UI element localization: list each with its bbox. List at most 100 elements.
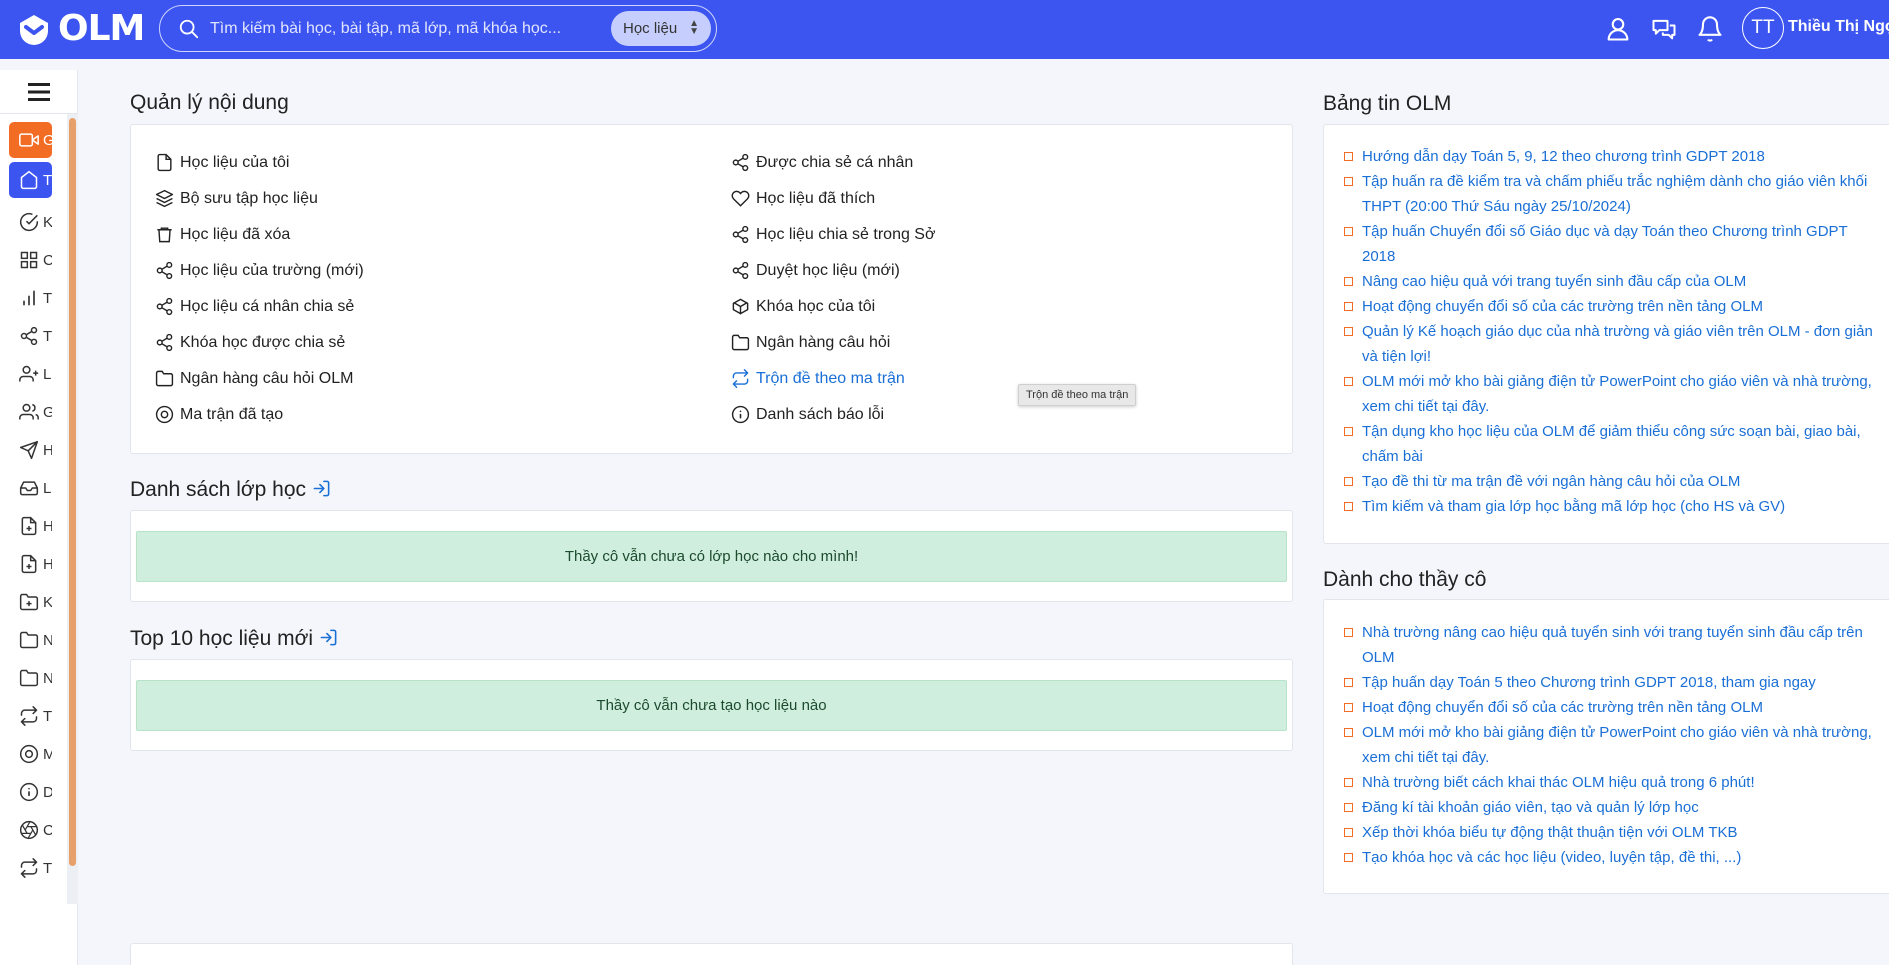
file-plus-icon (19, 516, 39, 536)
menu-personal-shared[interactable]: Học liệu cá nhân chia sẻ (155, 297, 354, 316)
sidebar-item-18[interactable]: C (9, 812, 52, 848)
teachers-item[interactable]: Nhà trường nâng cao hiệu quả tuyển sinh … (1344, 620, 1874, 670)
teachers-item[interactable]: Hoạt động chuyển đổi số của các trường t… (1344, 695, 1874, 720)
menu-shared-with-me[interactable]: Được chia sẻ cá nhân (731, 153, 913, 172)
teachers-item[interactable]: Tập huấn dạy Toán 5 theo Chương trình GD… (1344, 670, 1874, 695)
open-link-icon[interactable] (319, 628, 338, 647)
news-item[interactable]: Tạo đề thi từ ma trận đề với ngân hàng c… (1344, 469, 1874, 494)
open-link-icon[interactable] (312, 479, 331, 498)
news-item[interactable]: Tận dụng kho học liệu của OLM để giảm th… (1344, 419, 1874, 469)
sidebar-item-13[interactable]: N (9, 622, 52, 658)
menu-my-materials[interactable]: Học liệu của tôi (155, 153, 289, 172)
news-item[interactable]: Tập huấn ra đề kiểm tra và chấm phiếu tr… (1344, 169, 1874, 219)
sidebar-item-7[interactable]: G (9, 394, 52, 430)
search-scope-select[interactable]: Học liệu ▲ ▼ (611, 11, 711, 46)
inbox-icon (19, 478, 39, 498)
check-circle-icon (19, 212, 39, 232)
menu-my-courses[interactable]: Khóa học của tôi (731, 297, 875, 316)
layers-icon (155, 189, 174, 208)
menu-deleted-materials[interactable]: Học liệu đã xóa (155, 225, 290, 244)
sidebar-item-16[interactable]: M (9, 736, 52, 772)
menu-question-bank[interactable]: Ngân hàng câu hỏi (731, 333, 890, 352)
menu-review-materials[interactable]: Duyệt học liệu (mới) (731, 261, 900, 280)
news-item[interactable]: OLM mới mở kho bài giảng điện tử PowerPo… (1344, 369, 1874, 419)
sidebar-item-5[interactable]: T (9, 318, 52, 354)
sidebar-item-12[interactable]: K (9, 584, 52, 620)
news-item[interactable]: Tìm kiếm và tham gia lớp học bằng mã lớp… (1344, 494, 1874, 519)
sidebar-item-17[interactable]: D (9, 774, 52, 810)
share-icon (155, 297, 174, 316)
sidebar: G T K C T T L G H L H H K N N T M D C T (0, 70, 78, 965)
sidebar-scrollbar-thumb[interactable] (69, 118, 76, 866)
sidebar-item-3[interactable]: C (9, 242, 52, 278)
classes-empty-note: Thầy cô vẫn chưa có lớp học nào cho mình… (136, 531, 1287, 582)
news-item[interactable]: Quản lý Kế hoạch giáo dục của nhà trường… (1344, 319, 1874, 369)
sidebar-item-2[interactable]: K (9, 204, 52, 240)
teachers-title: Dành cho thầy cô (1323, 568, 1487, 591)
share-icon (731, 261, 750, 280)
shuffle-icon (19, 858, 39, 878)
classes-title[interactable]: Danh sách lớp học (130, 478, 331, 502)
folder-icon (731, 333, 750, 352)
box-icon (731, 297, 750, 316)
file-plus-icon (19, 554, 39, 574)
sidebar-item-9[interactable]: L (9, 470, 52, 506)
sidebar-item-6[interactable]: L (9, 356, 52, 392)
bar-chart-icon (19, 288, 39, 308)
folder-icon (155, 369, 174, 388)
menu-created-matrix[interactable]: Ma trận đã tạo (155, 405, 283, 424)
news-item[interactable]: Hướng dẫn dạy Toán 5, 9, 12 theo chương … (1344, 144, 1874, 169)
teachers-item[interactable]: Xếp thời khóa biểu tự động thật thuận ti… (1344, 820, 1874, 845)
menu-department-shared[interactable]: Học liệu chia sẻ trong Sở (731, 225, 935, 244)
news-list: Hướng dẫn dạy Toán 5, 9, 12 theo chương … (1344, 144, 1874, 519)
sidebar-item-15[interactable]: T (9, 698, 52, 734)
sidebar-item-4[interactable]: T (9, 280, 52, 316)
target-icon (155, 405, 174, 424)
top10-empty-note: Thầy cô vẫn chưa tạo học liệu nào (136, 680, 1287, 731)
bottom-card (130, 943, 1293, 965)
user-icon[interactable] (1604, 15, 1632, 43)
menu-error-reports[interactable]: Danh sách báo lỗi (731, 405, 884, 424)
olm-logo[interactable]: OLM (14, 8, 145, 49)
menu-school-materials[interactable]: Học liệu của trường (mới) (155, 261, 364, 280)
users-icon (19, 402, 39, 422)
tooltip: Trộn đề theo ma trận (1018, 384, 1137, 406)
sidebar-item-10[interactable]: H (9, 508, 52, 544)
teachers-item[interactable]: Đăng kí tài khoản giáo viên, tạo và quản… (1344, 795, 1874, 820)
heart-icon (731, 189, 750, 208)
search-scope-value: Học liệu (623, 20, 678, 37)
avatar[interactable]: TT (1742, 7, 1784, 49)
chat-icon[interactable] (1650, 15, 1678, 43)
video-icon (19, 130, 39, 150)
search-icon[interactable] (178, 18, 200, 40)
sidebar-item-11[interactable]: H (9, 546, 52, 582)
news-item[interactable]: Hoạt động chuyển đổi số của các trường t… (1344, 294, 1874, 319)
sidebar-item-0[interactable]: G (9, 122, 52, 158)
sidebar-item-14[interactable]: N (9, 660, 52, 696)
home-icon (19, 170, 39, 190)
top10-title[interactable]: Top 10 học liệu mới (130, 627, 338, 651)
username[interactable]: Thiều Thị Ngọc (1788, 18, 1889, 36)
logo-text: OLM (58, 8, 145, 49)
menu-mix-exam-matrix[interactable]: Trộn đề theo ma trận (731, 369, 905, 388)
search-input[interactable] (210, 16, 610, 41)
menu-shared-courses[interactable]: Khóa học được chia sẻ (155, 333, 345, 352)
menu-olm-question-bank[interactable]: Ngân hàng câu hỏi OLM (155, 369, 353, 388)
sidebar-item-19[interactable]: T (9, 850, 52, 886)
news-item[interactable]: Tập huấn Chuyển đổi số Giáo dục và dạy T… (1344, 219, 1874, 269)
sidebar-item-8[interactable]: H (9, 432, 52, 468)
sidebar-item-1[interactable]: T (9, 162, 52, 198)
select-caret-icon: ▲ ▼ (689, 18, 699, 37)
share-icon (155, 333, 174, 352)
hamburger-menu-icon[interactable] (0, 70, 78, 114)
shuffle-icon (19, 706, 39, 726)
teachers-item[interactable]: OLM mới mở kho bài giảng điện tử PowerPo… (1344, 720, 1874, 770)
menu-collections[interactable]: Bộ sưu tập học liệu (155, 189, 318, 208)
share-icon (731, 153, 750, 172)
bell-icon[interactable] (1696, 15, 1724, 43)
user-plus-icon (19, 364, 39, 384)
teachers-item[interactable]: Tạo khóa học và các học liệu (video, luy… (1344, 845, 1874, 870)
teachers-item[interactable]: Nhà trường biết cách khai thác OLM hiệu … (1344, 770, 1874, 795)
news-item[interactable]: Nâng cao hiệu quả với trang tuyển sinh đ… (1344, 269, 1874, 294)
menu-liked-materials[interactable]: Học liệu đã thích (731, 189, 875, 208)
